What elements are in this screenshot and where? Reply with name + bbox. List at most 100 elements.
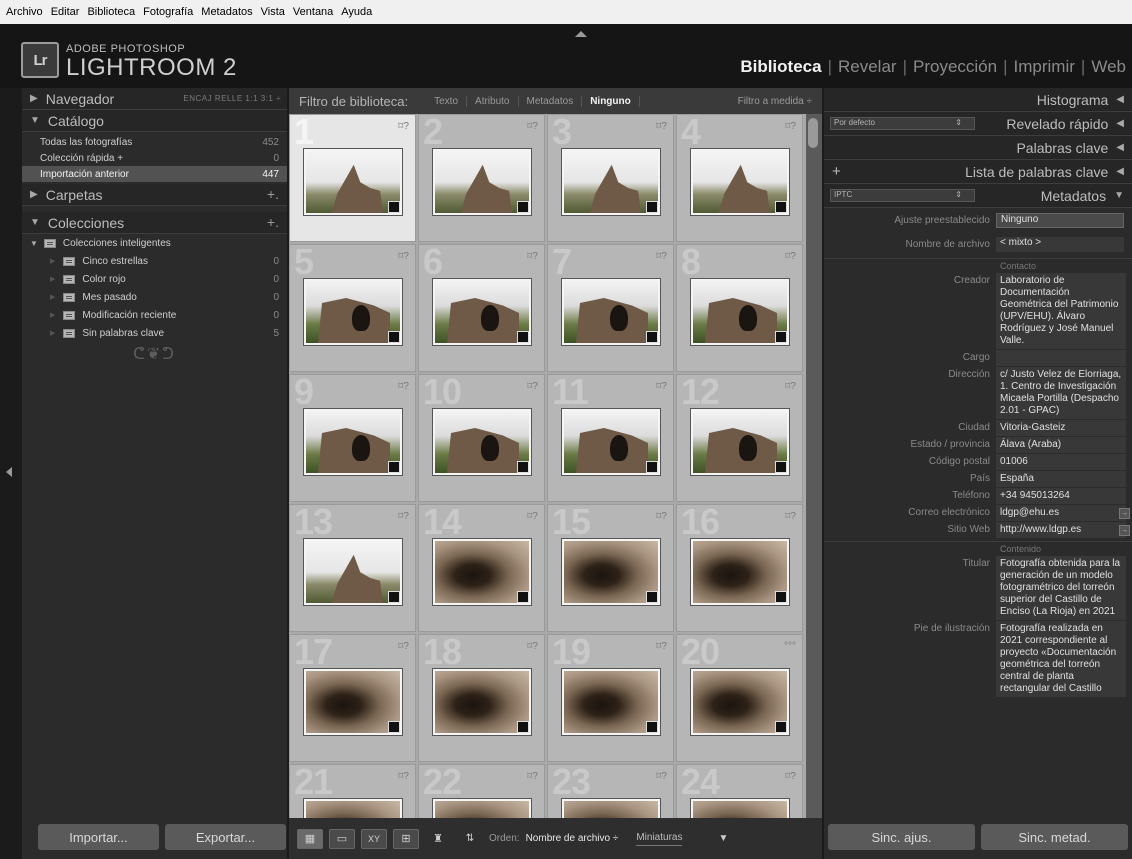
metadata-field[interactable]: c/ Justo Velez de Elorriaga, 1. Centro d… xyxy=(996,367,1126,420)
toolbar-menu-chevron-icon[interactable]: ▼ xyxy=(718,833,728,844)
thumbnail-badge-icon[interactable]: ⌑? xyxy=(656,641,667,652)
collections-header[interactable]: ▼ Colecciones +. xyxy=(22,212,287,234)
histogram-header[interactable]: Histograma ◀ xyxy=(824,88,1132,112)
thumbnail-cell[interactable]: 10 ⌑? xyxy=(418,371,545,502)
menu-item-0[interactable]: Archivo xyxy=(6,6,43,18)
metadata-field[interactable]: http://www.ldgp.es → xyxy=(996,522,1130,539)
import-button[interactable]: Importar... xyxy=(38,824,159,850)
filter-attribute-option[interactable]: Atributo xyxy=(467,95,519,107)
menu-item-4[interactable]: Metadatos xyxy=(201,6,252,18)
metadata-field[interactable]: Fotografía realizada en 2021 correspondi… xyxy=(996,621,1126,698)
smart-collection-item[interactable]: ▶ Color rojo 0 xyxy=(22,270,287,288)
sync-settings-button[interactable]: Sinc. ajus. xyxy=(828,824,975,850)
thumbnail-badge-icon[interactable]: ⌑? xyxy=(785,381,796,392)
metadata-field[interactable]: Vitoria-Gasteiz xyxy=(996,420,1126,437)
thumbnail-badge-icon[interactable]: ⌑? xyxy=(656,251,667,262)
export-button[interactable]: Exportar... xyxy=(165,824,286,850)
catalog-item[interactable]: Importación anterior 447 xyxy=(22,166,287,182)
sort-direction-icon[interactable]: ⇅ xyxy=(457,829,483,849)
thumbnail-badge-icon[interactable]: ⌑? xyxy=(656,511,667,522)
thumbnail-size-slider-label[interactable]: Miniaturas xyxy=(636,832,683,846)
smart-collection-item[interactable]: ▶ Cinco estrellas 0 xyxy=(22,252,287,270)
photo-thumbnail[interactable] xyxy=(303,538,403,606)
photo-thumbnail[interactable] xyxy=(690,408,790,476)
thumbnail-badge-icon[interactable]: ⌑? xyxy=(527,511,538,522)
module-4[interactable]: Web xyxy=(1085,57,1132,77)
metadata-field[interactable]: 01006 xyxy=(996,454,1126,471)
metadata-field[interactable]: Laboratorio de Documentación Geométrica … xyxy=(996,273,1126,350)
photo-thumbnail[interactable] xyxy=(690,278,790,346)
preset-dropdown[interactable]: Ninguno xyxy=(996,212,1124,228)
smart-collection-item[interactable]: ▶ Modificación reciente 0 xyxy=(22,306,287,324)
top-panel-toggle-icon[interactable] xyxy=(575,31,587,37)
thumbnail-cell[interactable]: 21 ⌑? xyxy=(289,761,416,818)
photo-thumbnail[interactable] xyxy=(690,148,790,216)
navigator-zoom-options[interactable]: ENCAJ RELLE 1:1 3:1 ÷ xyxy=(183,94,281,103)
go-to-icon[interactable]: → xyxy=(1119,525,1130,536)
metadata-preset-dropdown[interactable]: IPTC xyxy=(830,189,975,202)
go-to-icon[interactable]: → xyxy=(1119,508,1130,519)
grid-scrollbar[interactable] xyxy=(806,114,822,818)
thumbnail-cell[interactable]: 7 ⌑? xyxy=(547,241,674,372)
thumbnail-badge-icon[interactable]: ⌑? xyxy=(656,771,667,782)
thumbnail-cell[interactable]: 16 ⌑? xyxy=(676,501,803,632)
metadata-field[interactable]: Fotografía obtenida para la generación d… xyxy=(996,556,1126,621)
thumbnail-cell[interactable]: 14 ⌑? xyxy=(418,501,545,632)
menu-item-1[interactable]: Editar xyxy=(51,6,80,18)
thumbnail-cell[interactable]: 17 ⌑? xyxy=(289,631,416,762)
menu-item-6[interactable]: Ventana xyxy=(293,6,333,18)
thumbnail-cell[interactable]: 24 ⌑? xyxy=(676,761,803,818)
left-panel-toggle-icon[interactable] xyxy=(6,467,12,477)
metadata-field[interactable]: ldgp@ehu.es → xyxy=(996,505,1130,522)
thumbnail-badge-icon[interactable]: ⌑? xyxy=(398,251,409,262)
thumbnail-cell[interactable]: 1 ⌑? xyxy=(289,114,416,242)
thumbnail-badge-icon[interactable]: ⌑? xyxy=(398,771,409,782)
thumbnail-badge-icon[interactable]: ⌑? xyxy=(785,121,796,132)
photo-thumbnail[interactable] xyxy=(690,798,790,818)
thumbnail-cell[interactable]: 4 ⌑? xyxy=(676,114,803,242)
photo-thumbnail[interactable] xyxy=(561,798,661,818)
quick-develop-preset-dropdown[interactable]: Por defecto xyxy=(830,117,975,130)
photo-thumbnail[interactable] xyxy=(432,798,532,818)
photo-thumbnail[interactable] xyxy=(432,278,532,346)
filter-metadata-option[interactable]: Metadatos xyxy=(519,95,583,107)
thumbnail-badge-icon[interactable]: ⌑? xyxy=(398,381,409,392)
metadata-header[interactable]: IPTC Metadatos ▼ xyxy=(824,184,1132,208)
thumbnail-badge-icon[interactable]: ⌑? xyxy=(527,641,538,652)
thumbnail-badge-icon[interactable]: °°° xyxy=(784,641,796,652)
survey-view-button[interactable]: ⊞ xyxy=(393,828,419,849)
thumbnail-badge-icon[interactable]: ⌑? xyxy=(785,251,796,262)
thumbnail-badge-icon[interactable]: ⌑? xyxy=(527,771,538,782)
metadata-field[interactable]: Álava (Araba) xyxy=(996,437,1126,454)
photo-thumbnail[interactable] xyxy=(303,408,403,476)
photo-thumbnail[interactable] xyxy=(561,278,661,346)
thumbnail-cell[interactable]: 22 ⌑? xyxy=(418,761,545,818)
photo-thumbnail[interactable] xyxy=(303,798,403,818)
metadata-field[interactable]: España xyxy=(996,471,1126,488)
thumbnail-badge-icon[interactable]: ⌑? xyxy=(527,251,538,262)
thumbnail-cell[interactable]: 3 ⌑? xyxy=(547,114,674,242)
photo-thumbnail[interactable] xyxy=(561,148,661,216)
thumbnail-badge-icon[interactable]: ⌑? xyxy=(656,121,667,132)
filter-none-option[interactable]: Ninguno xyxy=(582,95,640,107)
filename-field[interactable]: < mixto > xyxy=(996,236,1124,252)
photo-thumbnail[interactable] xyxy=(303,148,403,216)
add-folder-icon[interactable]: +. xyxy=(267,186,279,202)
thumbnail-cell[interactable]: 18 ⌑? xyxy=(418,631,545,762)
menu-item-7[interactable]: Ayuda xyxy=(341,6,372,18)
thumbnail-cell[interactable]: 23 ⌑? xyxy=(547,761,674,818)
thumbnail-badge-icon[interactable]: ⌑? xyxy=(398,641,409,652)
thumbnail-badge-icon[interactable]: ⌑? xyxy=(398,121,409,132)
metadata-field[interactable]: +34 945013264 xyxy=(996,488,1126,505)
photo-thumbnail[interactable] xyxy=(432,668,532,736)
catalog-item[interactable]: Colección rápida + 0 xyxy=(22,150,287,166)
custom-filter-dropdown[interactable]: Filtro a medida ÷ xyxy=(738,96,812,107)
module-1[interactable]: Revelar xyxy=(832,57,903,77)
photo-thumbnail[interactable] xyxy=(432,408,532,476)
module-0[interactable]: Biblioteca xyxy=(734,57,827,77)
menu-item-5[interactable]: Vista xyxy=(261,6,285,18)
painter-spray-can-icon[interactable]: ♜ xyxy=(425,829,451,849)
thumbnail-cell[interactable]: 15 ⌑? xyxy=(547,501,674,632)
keywords-header[interactable]: Palabras clave ◀ xyxy=(824,136,1132,160)
grid-scrollbar-thumb[interactable] xyxy=(808,118,818,148)
